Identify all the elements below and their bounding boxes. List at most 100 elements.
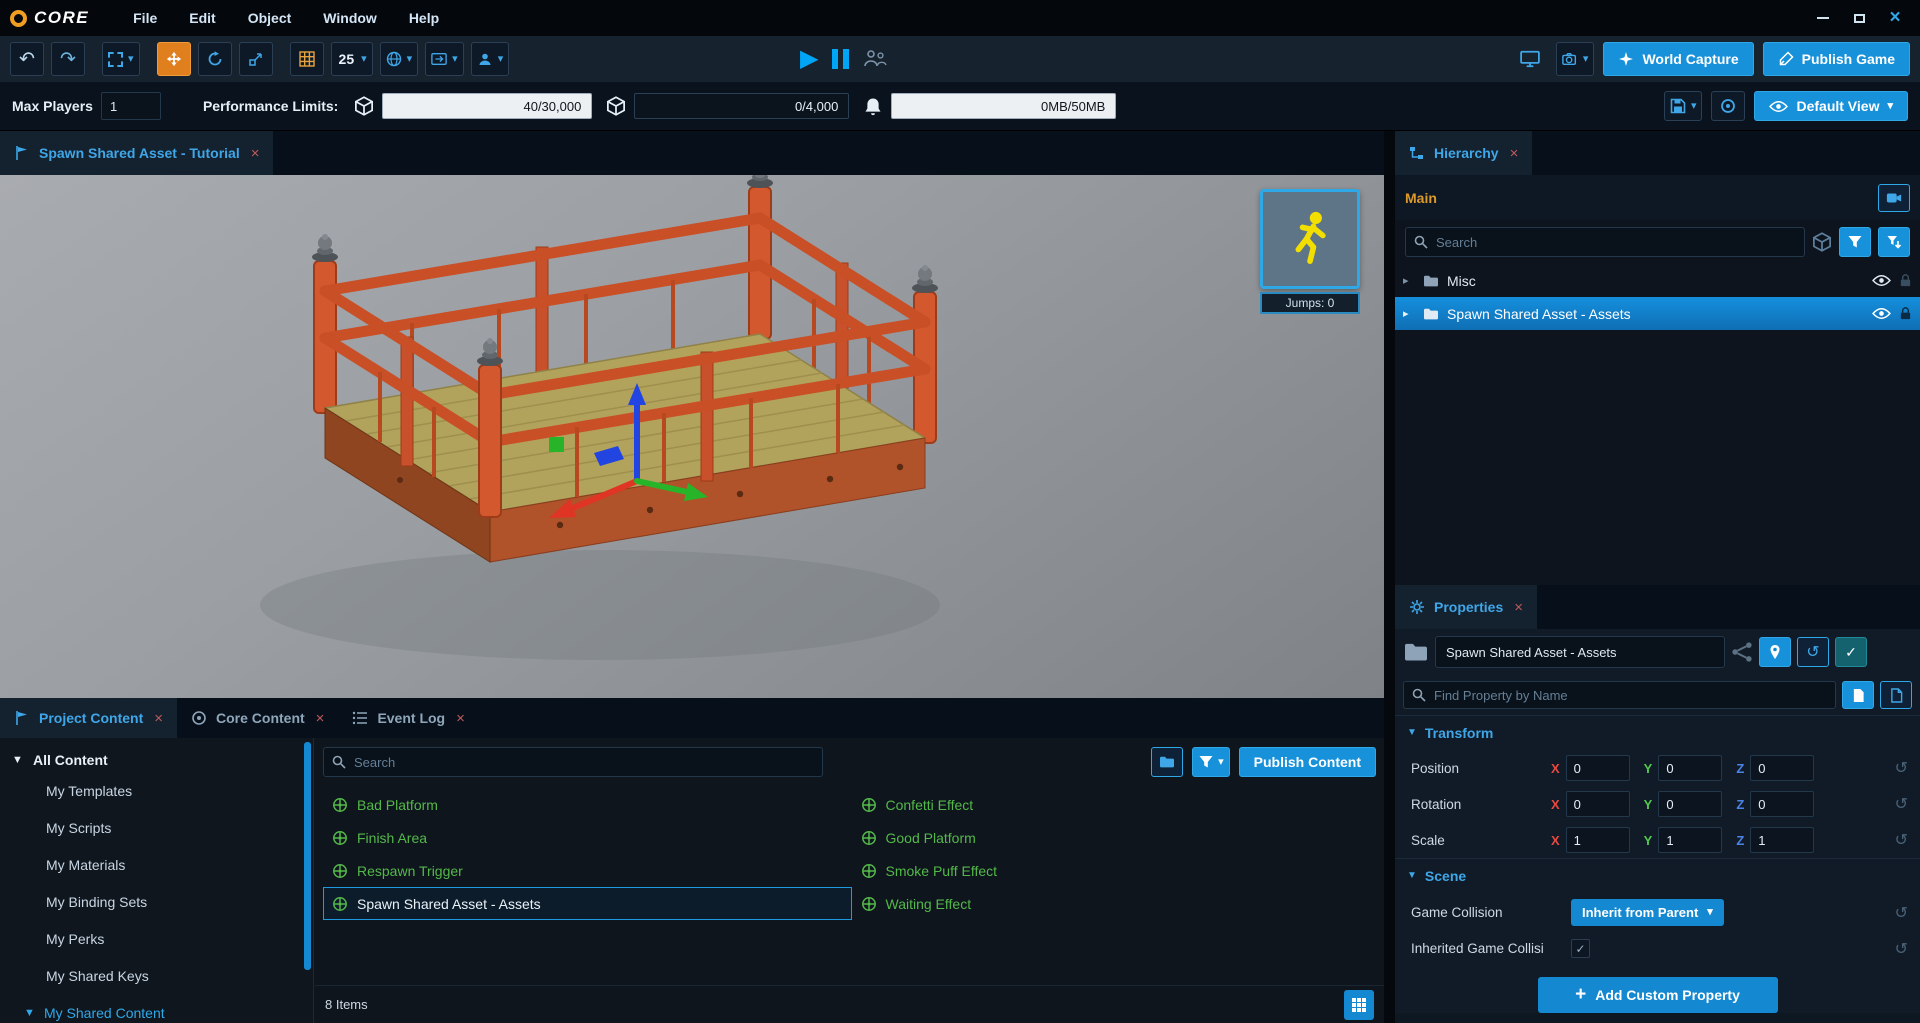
grid-snap-button[interactable]	[290, 42, 324, 76]
minimize-button[interactable]	[1808, 5, 1838, 31]
tab-core-content[interactable]: Core Content ×	[177, 698, 338, 738]
network-icon[interactable]	[1731, 641, 1753, 663]
screen-mode-dropdown[interactable]: ▾	[425, 42, 464, 76]
close-button[interactable]: ×	[1880, 5, 1910, 31]
expander-collapsed-icon[interactable]: ▸	[1403, 274, 1415, 287]
focus-target-button[interactable]	[1711, 91, 1745, 121]
sidebar-item-my-templates[interactable]: My Templates	[0, 778, 313, 805]
close-icon[interactable]: ×	[154, 710, 163, 727]
rotation-y-input[interactable]	[1658, 791, 1722, 817]
scale-z-input[interactable]	[1750, 827, 1814, 853]
screen-capture-button[interactable]	[1513, 42, 1547, 76]
camera-mode-dropdown[interactable]: ▾	[471, 42, 510, 76]
menu-file[interactable]: File	[119, 10, 171, 26]
scene-camera-button[interactable]	[1878, 184, 1910, 212]
content-search-input[interactable]	[323, 747, 823, 777]
section-transform[interactable]: ▼ Transform	[1395, 715, 1920, 750]
reset-icon[interactable]: ↺	[1895, 830, 1908, 850]
scale-y-input[interactable]	[1658, 827, 1722, 853]
sidebar-scrollbar[interactable]	[304, 742, 311, 970]
pause-button[interactable]	[832, 49, 849, 69]
sidebar-item-my-shared-keys[interactable]: My Shared Keys	[0, 963, 313, 990]
publish-content-button[interactable]: Publish Content	[1239, 747, 1376, 777]
apply-button[interactable]: ✓	[1835, 637, 1867, 667]
save-dropdown[interactable]: ▾	[1664, 91, 1703, 121]
new-folder-button[interactable]	[1151, 747, 1183, 777]
select-tool-button[interactable]: ▾	[102, 42, 140, 76]
viewport-3d[interactable]: Jumps: 0	[0, 175, 1384, 698]
sidebar-item-all-content[interactable]: ▼ All Content	[0, 738, 313, 768]
close-icon[interactable]: ×	[1514, 599, 1523, 616]
hierarchy-item-misc[interactable]: ▸ Misc	[1395, 264, 1920, 297]
player-portrait[interactable]	[1260, 189, 1360, 289]
pin-button[interactable]	[1759, 637, 1791, 667]
reset-icon[interactable]: ↺	[1895, 939, 1908, 959]
object-name-input[interactable]	[1435, 636, 1725, 668]
content-item[interactable]: Finish Area	[323, 821, 852, 854]
content-item[interactable]: Respawn Trigger	[323, 854, 852, 887]
reset-icon[interactable]: ↺	[1895, 758, 1908, 778]
menu-edit[interactable]: Edit	[175, 10, 229, 26]
default-view-dropdown[interactable]: Default View ▾	[1754, 91, 1908, 121]
world-capture-button[interactable]: World Capture	[1603, 42, 1753, 76]
close-icon[interactable]: ×	[1510, 145, 1519, 162]
expander-open-icon[interactable]: ▼	[12, 754, 24, 766]
content-item[interactable]: Smoke Puff Effect	[852, 854, 1381, 887]
max-players-input[interactable]	[101, 92, 161, 120]
revert-button[interactable]: ↺	[1797, 637, 1829, 667]
eye-icon[interactable]	[1872, 307, 1891, 320]
capture-settings-dropdown[interactable]: ▾	[1556, 42, 1595, 76]
content-item[interactable]: Bad Platform	[323, 788, 852, 821]
menu-object[interactable]: Object	[234, 10, 306, 26]
snap-size-dropdown[interactable]: 25 ▾	[331, 42, 373, 76]
close-icon[interactable]: ×	[316, 710, 325, 727]
content-item[interactable]: Good Platform	[852, 821, 1381, 854]
add-custom-property-button[interactable]: + Add Custom Property	[1538, 977, 1778, 1013]
publish-game-button[interactable]: Publish Game	[1763, 42, 1910, 76]
scale-x-input[interactable]	[1566, 827, 1630, 853]
inherited-collision-checkbox[interactable]: ✓	[1571, 939, 1590, 958]
scale-tool-button[interactable]	[239, 42, 273, 76]
tab-viewport[interactable]: Spawn Shared Asset - Tutorial ×	[0, 131, 273, 175]
play-button[interactable]: ▶	[800, 47, 818, 71]
eye-icon[interactable]	[1872, 274, 1891, 287]
tab-hierarchy[interactable]: Hierarchy ×	[1395, 131, 1532, 175]
position-z-input[interactable]	[1750, 755, 1814, 781]
expander-collapsed-icon[interactable]: ▸	[1403, 307, 1415, 320]
sidebar-item-my-binding-sets[interactable]: My Binding Sets	[0, 889, 313, 916]
content-item[interactable]: Confetti Effect	[852, 788, 1381, 821]
content-item-selected[interactable]: Spawn Shared Asset - Assets	[323, 887, 852, 920]
tab-project-content[interactable]: Project Content ×	[0, 698, 177, 738]
reset-icon[interactable]: ↺	[1895, 794, 1908, 814]
sidebar-item-my-shared-content[interactable]: ▼ My Shared Content	[0, 1000, 313, 1023]
hierarchy-search-input[interactable]	[1405, 227, 1805, 257]
tab-properties[interactable]: Properties ×	[1395, 585, 1537, 629]
position-x-input[interactable]	[1566, 755, 1630, 781]
menu-help[interactable]: Help	[395, 10, 453, 26]
content-filter-dropdown[interactable]: ▾	[1192, 747, 1230, 777]
rotate-tool-button[interactable]	[198, 42, 232, 76]
world-mode-dropdown[interactable]: ▾	[380, 42, 419, 76]
find-property-input[interactable]	[1403, 681, 1836, 709]
reset-icon[interactable]: ↺	[1895, 903, 1908, 923]
expander-open-icon[interactable]: ▼	[24, 1000, 36, 1023]
close-icon[interactable]: ×	[251, 145, 260, 162]
tab-event-log[interactable]: Event Log ×	[338, 698, 478, 738]
undo-button[interactable]: ↶	[10, 42, 44, 76]
copy-properties-button[interactable]	[1842, 681, 1874, 709]
hierarchy-item-spawn-shared-asset[interactable]: ▸ Spawn Shared Asset - Assets	[1395, 297, 1920, 330]
position-y-input[interactable]	[1658, 755, 1722, 781]
close-icon[interactable]: ×	[456, 710, 465, 727]
maximize-button[interactable]	[1844, 5, 1874, 31]
move-tool-button[interactable]	[157, 42, 191, 76]
paste-properties-button[interactable]	[1880, 681, 1912, 709]
rotation-z-input[interactable]	[1750, 791, 1814, 817]
lock-icon[interactable]	[1899, 273, 1912, 288]
lock-icon[interactable]	[1899, 306, 1912, 321]
content-item[interactable]: Waiting Effect	[852, 887, 1381, 920]
sidebar-item-my-perks[interactable]: My Perks	[0, 926, 313, 953]
rotation-x-input[interactable]	[1566, 791, 1630, 817]
grid-view-button[interactable]	[1344, 990, 1374, 1020]
hierarchy-import-button[interactable]	[1878, 227, 1910, 257]
hierarchy-filter-button[interactable]	[1839, 227, 1871, 257]
